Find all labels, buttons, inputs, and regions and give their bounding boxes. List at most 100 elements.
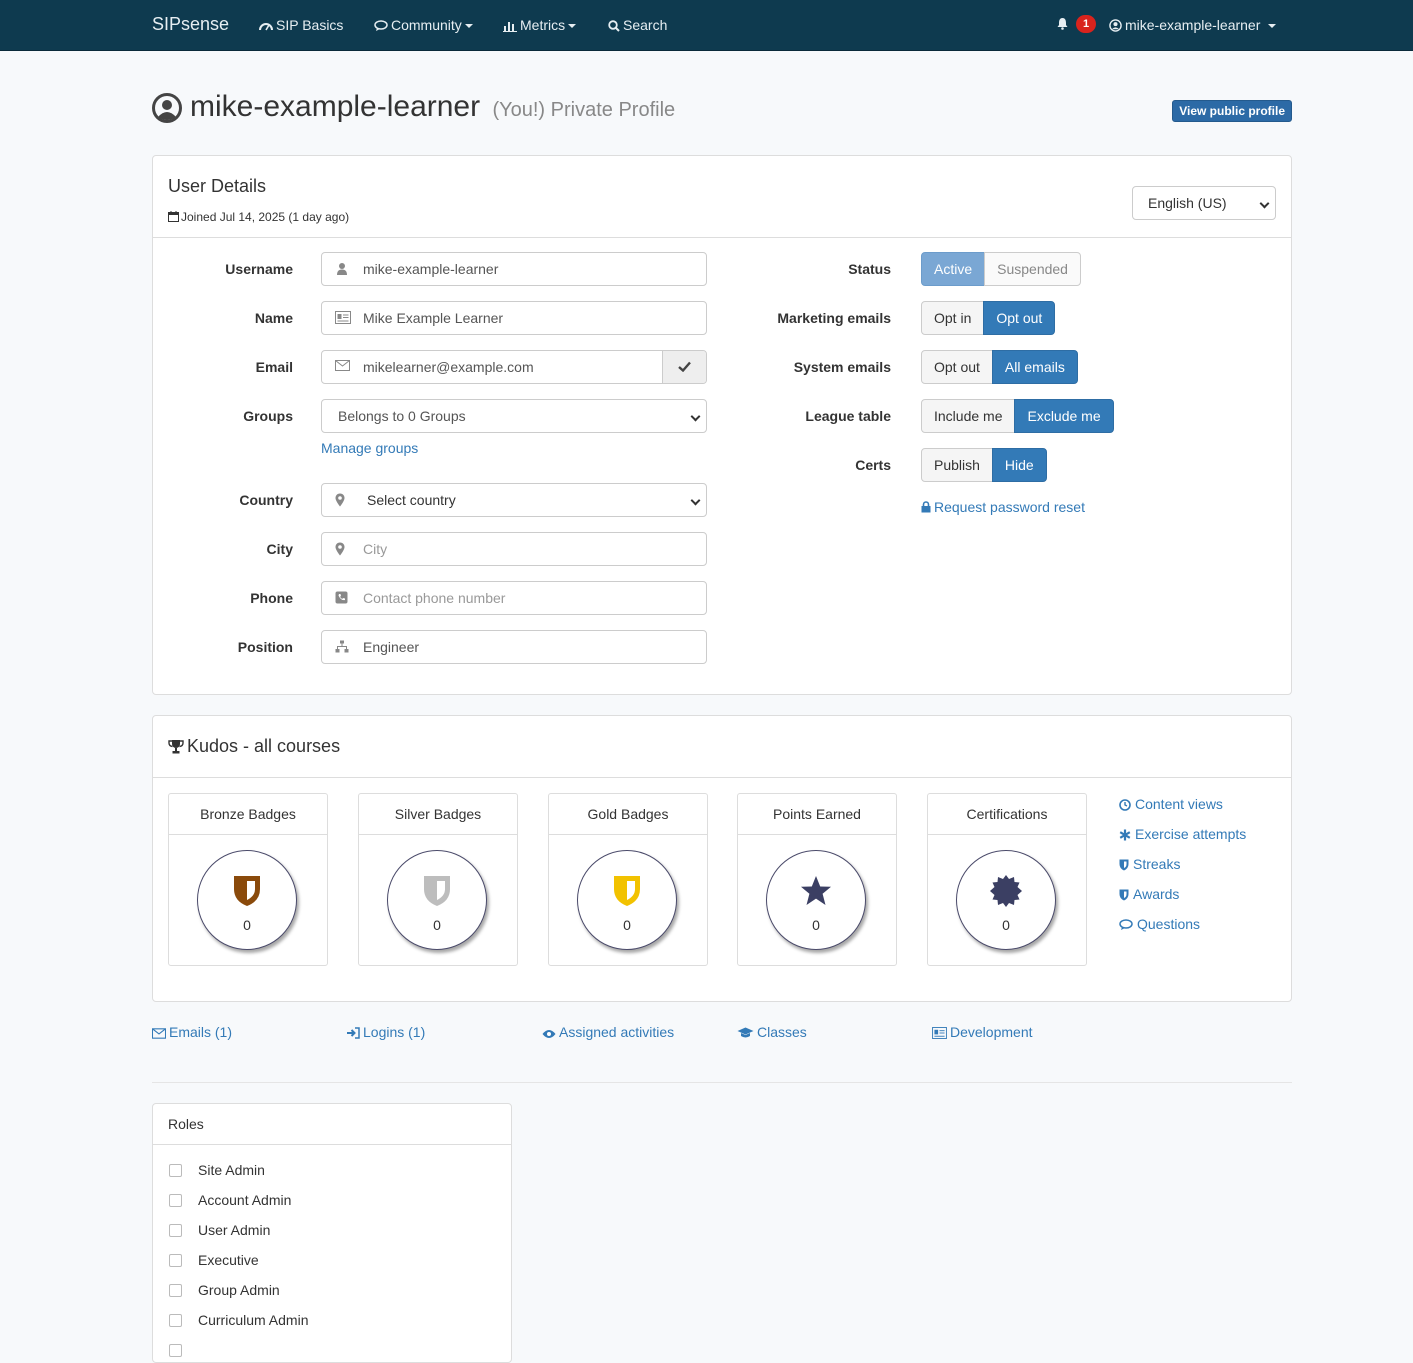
card-value: 0 [243,917,251,933]
panel-heading: Kudos - all courses [153,716,1291,778]
streaks-link[interactable]: Streaks [1119,856,1180,872]
exercise-attempts-link[interactable]: Exercise attempts [1119,826,1246,842]
development-link[interactable]: Development [932,1024,1033,1040]
marketing-opt-out-button[interactable]: Opt out [983,301,1056,335]
logins-link[interactable]: Logins (1) [347,1024,425,1040]
city-field[interactable]: City [321,532,707,566]
phone-label: Phone [250,590,293,606]
role-group-admin[interactable]: Group Admin [169,1282,280,1298]
name-label: Name [254,310,293,326]
classes-link[interactable]: Classes [737,1024,807,1040]
language-select[interactable]: English (US) [1132,186,1276,220]
league-include-button[interactable]: Include me [921,399,1016,433]
badge-circle: 0 [197,850,297,950]
status-active-button[interactable]: Active [921,252,986,286]
country-value: Select country [367,492,456,508]
name-field[interactable]: Mike Example Learner [321,301,707,335]
role-label: Account Admin [198,1192,292,1208]
role-checkbox[interactable] [169,1344,182,1357]
nav-community[interactable]: Community [374,17,473,33]
nav-sip-basics[interactable]: SIP Basics [259,17,343,33]
manage-groups-link[interactable]: Manage groups [321,440,418,456]
nav-metrics[interactable]: Metrics [503,17,577,33]
role-label: Curriculum Admin [198,1312,309,1328]
roles-title: Roles [168,1116,204,1132]
comments-icon [1119,919,1133,930]
card-value: 0 [433,917,441,933]
role-curriculum-admin[interactable]: Curriculum Admin [169,1312,308,1328]
role-site-admin[interactable]: Site Admin [169,1162,265,1178]
username-field[interactable]: mike-example-learner [321,252,707,286]
panel-heading: Roles [153,1104,511,1145]
groups-label: Groups [243,408,293,424]
link-label: Emails (1) [169,1024,233,1040]
emails-link[interactable]: Emails (1) [151,1024,233,1040]
phone-field[interactable]: Contact phone number [321,581,707,615]
position-field[interactable]: Engineer [321,630,707,664]
system-all-emails-button[interactable]: All emails [991,350,1078,384]
request-password-reset-link[interactable]: Request password reset [921,499,1085,515]
role-checkbox[interactable] [169,1314,182,1327]
kudos-title-text: Kudos - all courses [187,736,341,756]
card-title: Points Earned [738,794,896,835]
email-verify-button[interactable] [662,351,706,383]
card-title: Certifications [928,794,1086,835]
role-user-admin[interactable]: User Admin [169,1222,270,1238]
role-checkbox[interactable] [169,1224,182,1237]
badge-circle: 0 [387,850,487,950]
nav-search[interactable]: Search [608,17,667,33]
username-label: Username [225,261,293,277]
system-opt-out-button[interactable]: Opt out [921,350,993,384]
role-checkbox[interactable] [169,1284,182,1297]
link-label: Exercise attempts [1135,826,1247,842]
link-label: Content views [1135,796,1223,812]
groups-select[interactable]: Belongs to 0 Groups [321,399,707,433]
email-field[interactable]: mikelearner@example.com [321,350,707,384]
bar-chart-icon [503,22,517,32]
system-emails-label: System emails [793,359,891,375]
envelope-icon [335,360,350,371]
role-checkbox[interactable] [169,1194,182,1207]
notifications-button[interactable]: 1 [1056,15,1096,33]
envelope-icon [151,1028,167,1039]
country-select[interactable]: Select country [321,483,707,517]
content-views-link[interactable]: Content views [1119,796,1223,812]
awards-link[interactable]: Awards [1119,886,1179,902]
username-value: mike-example-learner [363,261,499,277]
certs-publish-button[interactable]: Publish [921,448,993,482]
asterisk-icon [1119,829,1131,841]
eye-icon [542,1030,556,1038]
role-executive[interactable]: Executive [169,1252,259,1268]
lock-icon [921,501,931,513]
map-marker-icon [335,542,345,556]
comments-icon [374,20,388,31]
marketing-opt-in-button[interactable]: Opt in [921,301,985,335]
gold-badges-card: Gold Badges 0 [548,793,708,966]
questions-link[interactable]: Questions [1119,916,1200,932]
status-suspended-button[interactable]: Suspended [984,252,1081,286]
id-card-icon [335,311,351,324]
view-public-profile-button[interactable]: View public profile [1172,100,1292,122]
kudos-panel: Kudos - all courses Bronze Badges 0 Silv… [152,715,1292,1002]
role-label: User Admin [198,1222,271,1238]
language-value: English (US) [1148,195,1227,211]
role-checkbox[interactable] [169,1254,182,1267]
certs-hide-button[interactable]: Hide [991,448,1047,482]
user-circle-icon [152,93,182,123]
brand-logo[interactable]: SIPsense [152,14,229,35]
joined-text: Joined Jul 14, 2025 (1 day ago) [181,210,350,224]
role-more[interactable] [169,1342,198,1358]
card-value: 0 [623,917,631,933]
user-details-title: User Details [168,176,267,196]
card-title: Bronze Badges [169,794,327,835]
chevron-down-icon [690,495,701,506]
league-exclude-button[interactable]: Exclude me [1014,399,1114,433]
role-checkbox[interactable] [169,1164,182,1177]
status-label: Status [848,261,891,277]
role-account-admin[interactable]: Account Admin [169,1192,291,1208]
panel-heading: User Details Joined Jul 14, 2025 (1 day … [153,156,1291,238]
card-title: Silver Badges [359,794,517,835]
assigned-activities-link[interactable]: Assigned activities [542,1024,674,1040]
you-label: (You!) [492,99,546,121]
user-menu[interactable]: mike-example-learner [1109,17,1277,33]
